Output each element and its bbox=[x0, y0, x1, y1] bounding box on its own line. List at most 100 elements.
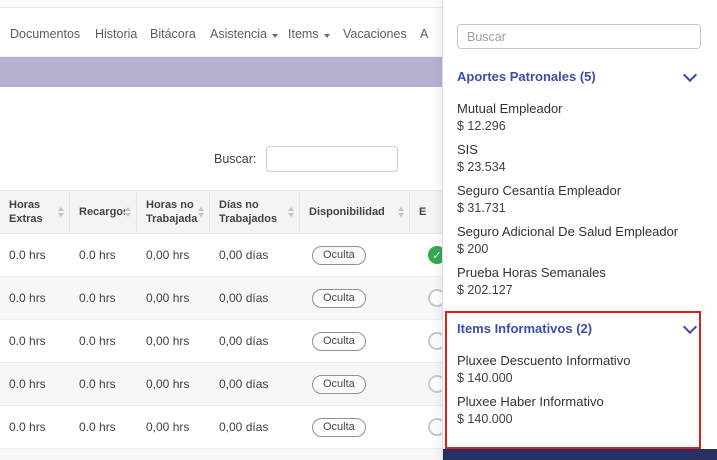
list-item[interactable]: Pluxee Descuento Informativo $ 140.000 bbox=[457, 353, 701, 386]
table-row: 0.0 hrs 0.0 hrs 0,00 hrs 0,00 días Ocult… bbox=[0, 234, 470, 277]
sort-icon[interactable] bbox=[125, 207, 131, 217]
section-title: Aportes Patronales (5) bbox=[457, 69, 596, 84]
section-title: Items Informativos (2) bbox=[457, 321, 592, 336]
cell-disponibilidad: Oculta bbox=[300, 234, 410, 276]
item-name: Prueba Horas Semanales bbox=[457, 265, 701, 280]
cell-horas-extras: 0.0 hrs bbox=[0, 234, 70, 276]
cell-dias-no-trabajados: 0,00 días bbox=[210, 406, 300, 448]
sort-icon[interactable] bbox=[198, 207, 204, 217]
cell-recargos: 0.0 hrs bbox=[70, 363, 137, 405]
sort-icon[interactable] bbox=[58, 207, 64, 217]
cell-disponibilidad: Oculta bbox=[300, 406, 410, 448]
cell-horas-extras: 0.0 hrs bbox=[0, 406, 70, 448]
tab-bitacora[interactable]: Bitácora bbox=[150, 27, 196, 42]
visibility-badge: Oculta bbox=[312, 418, 366, 437]
cell-dias-no-trabajados: 0,00 días bbox=[210, 449, 300, 460]
cell-recargos: 0.0 hrs bbox=[70, 320, 137, 362]
list-item[interactable]: Prueba Horas Semanales $ 202.127 bbox=[457, 265, 701, 298]
app-window: Documentos Historia Bitácora Asistencia … bbox=[0, 0, 717, 460]
tab-historia[interactable]: Historia bbox=[95, 27, 137, 42]
cell-dias-no-trabajados: 0,00 días bbox=[210, 363, 300, 405]
cell-recargos: 0.0 hrs bbox=[70, 406, 137, 448]
table-body: 0.0 hrs 0.0 hrs 0,00 hrs 0,00 días Ocult… bbox=[0, 234, 470, 460]
tab-label: Historia bbox=[95, 27, 137, 42]
visibility-badge: Oculta bbox=[312, 289, 366, 308]
item-value: $ 140.000 bbox=[457, 371, 701, 386]
sort-icon[interactable] bbox=[288, 207, 294, 217]
tab-label: A bbox=[420, 27, 428, 42]
item-value: $ 31.731 bbox=[457, 201, 701, 216]
tab-clipped[interactable]: A bbox=[420, 27, 428, 42]
item-value: $ 200 bbox=[457, 242, 701, 257]
cell-horas-extras: 0.0 hrs bbox=[0, 449, 70, 460]
column-header-dias-no-trabajados[interactable]: Días no Trabajados bbox=[210, 191, 300, 233]
items-dropdown-panel: Aportes Patronales (5) Mutual Empleador … bbox=[442, 0, 717, 460]
section-aportes-patronales: Aportes Patronales (5) Mutual Empleador … bbox=[457, 69, 701, 298]
tab-label: Bitácora bbox=[150, 27, 196, 42]
section-header-aportes[interactable]: Aportes Patronales (5) bbox=[457, 69, 701, 84]
item-value: $ 12.296 bbox=[457, 119, 701, 134]
cell-disponibilidad: Oculta bbox=[300, 277, 410, 319]
column-header-horas-extras[interactable]: Horas Extras bbox=[0, 191, 70, 233]
cell-dias-no-trabajados: 0,00 días bbox=[210, 277, 300, 319]
section-items-informativos: Items Informativos (2) Pluxee Descuento … bbox=[457, 311, 701, 427]
visibility-badge: Oculta bbox=[312, 332, 366, 351]
table-search-input[interactable] bbox=[266, 146, 398, 172]
table-header-row: Horas Extras Recargos Horas no Trabajada… bbox=[0, 190, 470, 234]
item-name: Mutual Empleador bbox=[457, 101, 701, 116]
table-row: 0.0 hrs 0.0 hrs 0,00 hrs 0,00 días Ocult… bbox=[0, 320, 470, 363]
column-header-recargos[interactable]: Recargos bbox=[70, 191, 137, 233]
item-value: $ 140.000 bbox=[457, 412, 701, 427]
cell-dias-no-trabajados: 0,00 días bbox=[210, 320, 300, 362]
cell-horas-no-trabajadas: 0,00 hrs bbox=[137, 234, 210, 276]
visibility-badge: Oculta bbox=[312, 375, 366, 394]
chevron-down-icon bbox=[272, 34, 278, 38]
section-item-list: Pluxee Descuento Informativo $ 140.000 P… bbox=[457, 353, 701, 427]
panel-search-input[interactable] bbox=[457, 24, 701, 49]
tab-vacaciones[interactable]: Vacaciones bbox=[343, 27, 407, 42]
item-name: Pluxee Descuento Informativo bbox=[457, 353, 701, 368]
cell-horas-extras: 0.0 hrs bbox=[0, 277, 70, 319]
cell-horas-extras: 0.0 hrs bbox=[0, 320, 70, 362]
tab-documentos[interactable]: Documentos bbox=[10, 27, 80, 42]
tab-items[interactable]: Items bbox=[288, 27, 330, 42]
cell-recargos: 0.0 hrs bbox=[70, 234, 137, 276]
panel-body: Aportes Patronales (5) Mutual Empleador … bbox=[443, 69, 717, 427]
item-name: SIS bbox=[457, 142, 701, 157]
cell-dias-no-trabajados: 0,00 días bbox=[210, 234, 300, 276]
list-item[interactable]: SIS $ 23.534 bbox=[457, 142, 701, 175]
table-row: 0.0 hrs 0.0 hrs 0,00 hrs 0,00 días Ocult… bbox=[0, 449, 470, 460]
section-item-list: Mutual Empleador $ 12.296 SIS $ 23.534 S… bbox=[457, 101, 701, 298]
cell-horas-no-trabajadas: 0,00 hrs bbox=[137, 449, 210, 460]
item-name: Seguro Adicional De Salud Empleador bbox=[457, 224, 701, 239]
tab-label: Asistencia bbox=[210, 27, 267, 42]
list-item[interactable]: Seguro Cesantía Empleador $ 31.731 bbox=[457, 183, 701, 216]
tab-label: Vacaciones bbox=[343, 27, 407, 42]
cell-disponibilidad: Oculta bbox=[300, 320, 410, 362]
chevron-down-icon[interactable] bbox=[683, 67, 697, 81]
cell-disponibilidad: Oculta bbox=[300, 449, 410, 460]
list-item[interactable]: Seguro Adicional De Salud Empleador $ 20… bbox=[457, 224, 701, 257]
cell-recargos: 0.0 hrs bbox=[70, 449, 137, 460]
sort-icon[interactable] bbox=[398, 207, 404, 217]
cell-recargos: 0.0 hrs bbox=[70, 277, 137, 319]
list-item[interactable]: Pluxee Haber Informativo $ 140.000 bbox=[457, 394, 701, 427]
tab-asistencia[interactable]: Asistencia bbox=[210, 27, 278, 42]
chevron-down-icon bbox=[324, 34, 330, 38]
item-value: $ 23.534 bbox=[457, 160, 701, 175]
column-header-horas-no-trabajadas[interactable]: Horas no Trabajadas bbox=[137, 191, 210, 233]
table-row: 0.0 hrs 0.0 hrs 0,00 hrs 0,00 días Ocult… bbox=[0, 363, 470, 406]
table-row: 0.0 hrs 0.0 hrs 0,00 hrs 0,00 días Ocult… bbox=[0, 406, 470, 449]
list-item[interactable]: Mutual Empleador $ 12.296 bbox=[457, 101, 701, 134]
table-row: 0.0 hrs 0.0 hrs 0,00 hrs 0,00 días Ocult… bbox=[0, 277, 470, 320]
column-header-disponibilidad[interactable]: Disponibilidad bbox=[300, 191, 410, 233]
cell-horas-extras: 0.0 hrs bbox=[0, 363, 70, 405]
cell-horas-no-trabajadas: 0,00 hrs bbox=[137, 406, 210, 448]
item-name: Seguro Cesantía Empleador bbox=[457, 183, 701, 198]
chevron-down-icon[interactable] bbox=[683, 319, 697, 333]
item-name: Pluxee Haber Informativo bbox=[457, 394, 701, 409]
item-value: $ 202.127 bbox=[457, 283, 701, 298]
section-header-informativos[interactable]: Items Informativos (2) bbox=[457, 321, 701, 336]
tab-label: Items bbox=[288, 27, 319, 42]
cell-horas-no-trabajadas: 0,00 hrs bbox=[137, 363, 210, 405]
